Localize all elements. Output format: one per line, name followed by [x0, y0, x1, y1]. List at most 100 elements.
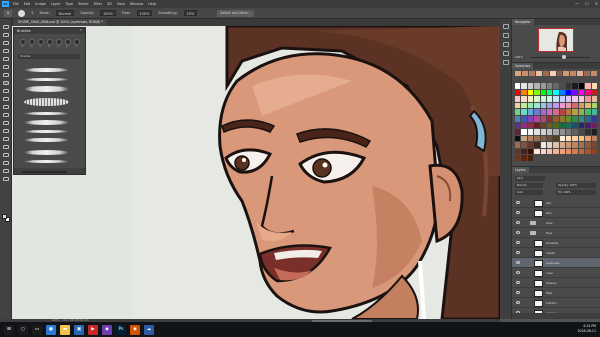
color-swatch[interactable]	[515, 102, 521, 109]
color-swatch[interactable]	[534, 135, 540, 142]
minimize-button[interactable]: —	[575, 1, 579, 6]
properties-icon[interactable]	[503, 33, 509, 38]
color-swatch[interactable]	[572, 122, 578, 129]
brush-preset-4[interactable]	[47, 39, 53, 45]
navigator-preview[interactable]	[538, 28, 574, 52]
recent-swatch[interactable]	[549, 71, 556, 76]
color-swatch[interactable]	[553, 109, 559, 115]
brush-preset-2[interactable]	[29, 39, 35, 45]
color-swatch[interactable]	[572, 148, 578, 155]
layer-row[interactable]: Face	[512, 228, 600, 238]
brush-preset-7[interactable]	[74, 39, 80, 45]
color-swatch[interactable]	[540, 102, 546, 109]
color-swatch[interactable]	[521, 142, 527, 148]
recent-swatch[interactable]	[528, 71, 535, 76]
color-swatch[interactable]	[566, 142, 572, 148]
color-swatch[interactable]	[591, 115, 597, 122]
brushes-panel-header[interactable]: Brushes »	[14, 28, 85, 34]
color-swatch[interactable]	[559, 148, 566, 155]
color-swatch[interactable]	[515, 109, 521, 115]
dodge-tool-icon[interactable]	[3, 129, 9, 133]
menu-3d[interactable]: 3D	[107, 2, 112, 6]
menu-select[interactable]: Select	[78, 2, 88, 6]
color-swatch[interactable]	[553, 122, 559, 129]
color-swatch[interactable]	[572, 135, 578, 142]
color-swatch[interactable]	[566, 148, 572, 155]
color-swatch[interactable]	[553, 102, 559, 109]
color-swatch[interactable]	[553, 89, 559, 96]
layer-fill-field[interactable]: Fill: 100%	[556, 190, 596, 195]
color-swatch[interactable]	[521, 89, 527, 96]
color-swatch[interactable]	[546, 129, 553, 135]
brush-stroke-preview[interactable]	[24, 138, 69, 142]
color-swatch[interactable]	[540, 122, 546, 129]
color-swatch[interactable]	[546, 115, 553, 122]
brush-stroke-preview[interactable]	[24, 86, 69, 92]
color-swatch[interactable]	[521, 83, 527, 89]
color-swatch[interactable]	[515, 115, 521, 122]
folder-icon[interactable]: ▬	[60, 324, 70, 335]
color-swatch[interactable]	[546, 142, 553, 148]
lasso-tool-icon[interactable]	[3, 41, 9, 45]
task-view-icon[interactable]: ▭	[32, 324, 42, 335]
color-swatch[interactable]	[553, 115, 559, 122]
path-selection-tool-icon[interactable]	[3, 153, 9, 157]
app-purple-icon[interactable]: ◆	[102, 324, 112, 335]
color-swatch[interactable]	[534, 96, 540, 102]
foreground-color-swatch[interactable]	[2, 214, 7, 219]
visibility-eye-icon[interactable]	[516, 291, 520, 294]
color-swatch[interactable]	[585, 142, 591, 148]
recent-swatch[interactable]	[563, 71, 570, 76]
brushes-search-input[interactable]: Brushes	[18, 54, 80, 59]
marquee-tool-icon[interactable]	[3, 33, 9, 37]
color-swatch[interactable]	[566, 135, 572, 142]
paragraph-icon[interactable]	[503, 60, 509, 65]
color-swatch[interactable]	[527, 96, 534, 102]
visibility-eye-icon[interactable]	[516, 281, 520, 284]
color-swatch[interactable]	[534, 83, 540, 89]
color-swatch[interactable]	[566, 96, 572, 102]
layer-row[interactable]: mouth	[512, 248, 600, 258]
collapse-icon[interactable]: »	[80, 28, 82, 32]
recent-swatch[interactable]	[515, 71, 521, 76]
layer-row[interactable]: skin	[512, 208, 600, 218]
menu-layer[interactable]: Layer	[51, 2, 60, 6]
recent-swatch[interactable]	[535, 71, 542, 76]
color-swatch[interactable]	[553, 135, 559, 142]
app-blue-icon[interactable]: ☁	[144, 324, 154, 335]
color-swatch[interactable]	[572, 142, 578, 148]
zoom-tool-icon[interactable]	[3, 177, 9, 181]
lock-controls[interactable]: Lock:	[515, 190, 543, 195]
flow-field[interactable]: 100%	[136, 10, 153, 16]
blend-mode-select[interactable]: Normal	[515, 183, 543, 188]
brush-stroke-preview[interactable]	[24, 150, 69, 155]
gradient-tool-icon[interactable]	[3, 113, 9, 117]
chrome-icon[interactable]: ●	[46, 324, 56, 335]
color-swatch[interactable]	[559, 129, 566, 135]
recent-swatch[interactable]	[570, 71, 577, 76]
color-swatch[interactable]	[521, 122, 527, 129]
color-swatch[interactable]	[546, 102, 553, 109]
color-icon[interactable]	[503, 51, 509, 56]
color-swatch[interactable]	[578, 89, 585, 96]
layer-row[interactable]: lines	[512, 218, 600, 228]
color-swatch[interactable]	[559, 122, 566, 129]
color-swatch[interactable]	[591, 135, 597, 142]
color-swatch[interactable]	[585, 135, 591, 142]
color-swatch[interactable]	[534, 122, 540, 129]
color-swatch[interactable]	[521, 109, 527, 115]
recent-swatch[interactable]	[584, 71, 591, 76]
color-swatch[interactable]	[540, 135, 546, 142]
history-icon[interactable]	[503, 24, 509, 29]
eyedropper-tool-icon[interactable]	[3, 65, 9, 69]
color-swatch[interactable]	[540, 96, 546, 102]
color-swatch[interactable]	[540, 142, 546, 148]
blur-tool-icon[interactable]	[3, 121, 9, 125]
color-swatch[interactable]	[559, 83, 566, 89]
color-swatch[interactable]	[559, 142, 566, 148]
color-swatch[interactable]	[534, 109, 540, 115]
menu-image[interactable]: Image	[35, 2, 46, 6]
brush-preset-6[interactable]	[65, 39, 71, 45]
pen-tool-icon[interactable]	[3, 137, 9, 141]
layer-row[interactable]: Smears	[512, 278, 600, 288]
